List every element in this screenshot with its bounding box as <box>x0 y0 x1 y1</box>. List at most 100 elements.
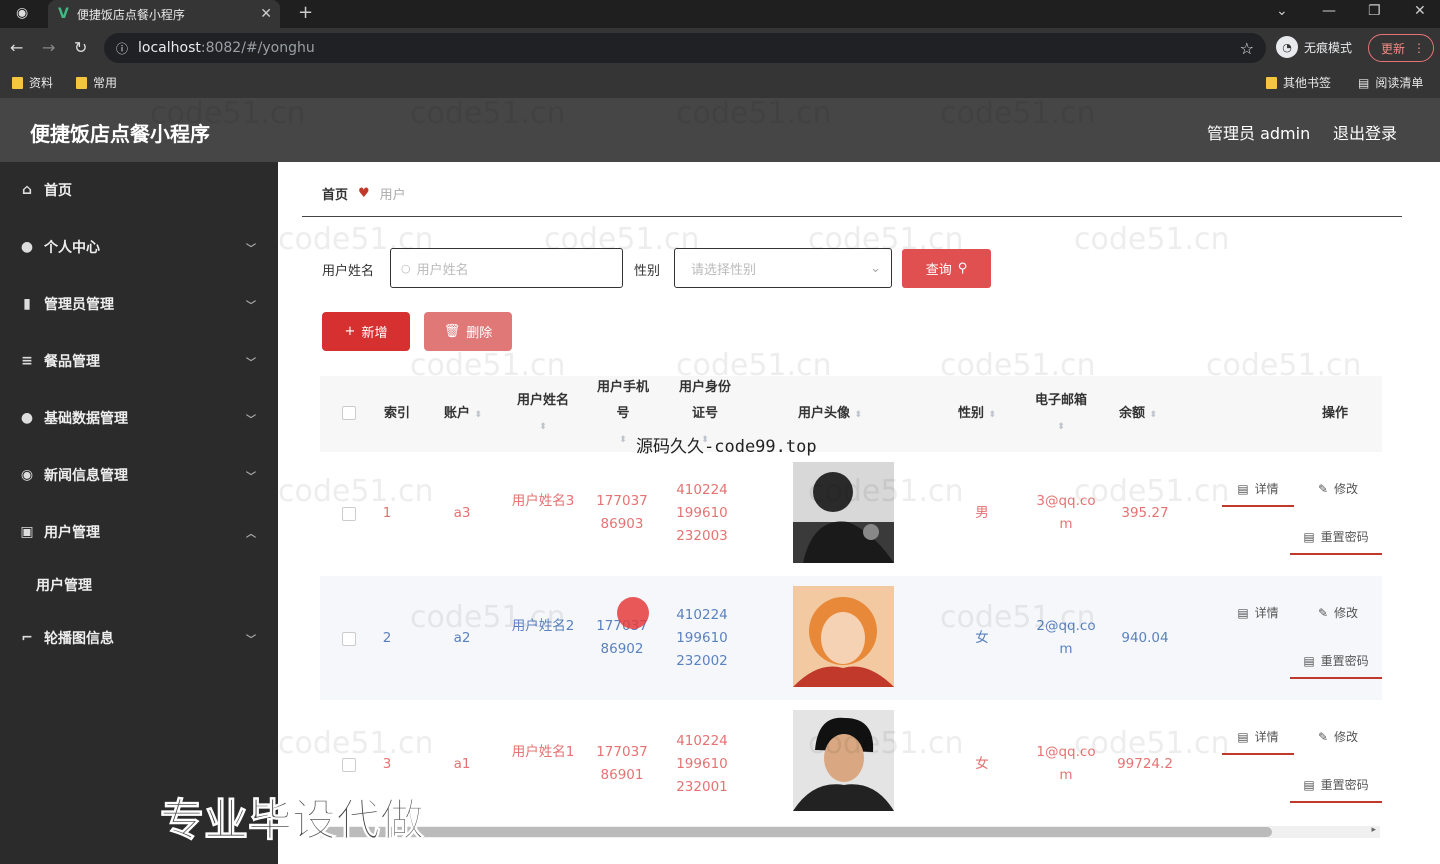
sort-icon[interactable]: ⬍ <box>1057 414 1065 440</box>
sort-icon[interactable]: ⬍ <box>475 410 483 420</box>
gender-select[interactable]: 请选择性别 ⌄ <box>674 248 892 288</box>
reset-password-button[interactable]: ▤ 重置密码 <box>1290 528 1382 555</box>
edit-icon: ✎ <box>1317 605 1329 620</box>
add-button[interactable]: + 新增 <box>322 312 410 351</box>
reload-icon[interactable]: ↻ <box>74 38 87 57</box>
restore-icon[interactable]: ❐ <box>1368 3 1381 19</box>
reading-list[interactable]: ▤ 阅读清单 <box>1358 74 1423 91</box>
avatar-svg <box>793 462 894 563</box>
delete-button[interactable]: 🗑 删除 <box>424 312 512 351</box>
sort-icon[interactable]: ⬍ <box>1150 410 1158 420</box>
address-bar[interactable]: ⓘ localhost:8082/#/yonghu ☆ <box>104 33 1266 63</box>
doc-icon: ▤ <box>1237 605 1249 620</box>
col-balance[interactable]: 余额 ⬍ <box>1100 376 1176 452</box>
edit-button[interactable]: ✎ 修改 <box>1298 480 1378 507</box>
bookmark-star-icon[interactable]: ☆ <box>1240 39 1254 58</box>
col-account[interactable]: 账户 ⬍ <box>428 376 498 452</box>
window-close-icon[interactable]: ✕ <box>1414 3 1426 19</box>
crop-icon: ⌐ <box>21 630 33 646</box>
cell-email: 2@qq.com <box>1036 618 1096 657</box>
sidebar-item-profile[interactable]: ● 个人中心 ﹀ <box>0 227 278 267</box>
cell-balance: 940.04 <box>1121 630 1169 646</box>
browser-menu-icon[interactable]: ◉ <box>16 5 28 21</box>
sidebar-item-carousel[interactable]: ⌐ 轮播图信息 ﹀ <box>0 618 278 658</box>
chevron-up-icon: ︿ <box>246 528 256 540</box>
incognito-indicator[interactable]: ◔ 无痕模式 <box>1276 36 1352 58</box>
sidebar-subitem-users[interactable]: 用户管理 <box>36 575 92 595</box>
sidebar-item-basedata[interactable]: ● 基础数据管理 ﹀ <box>0 398 278 438</box>
reset-password-button[interactable]: ▤ 重置密码 <box>1290 776 1382 803</box>
detail-button[interactable]: ▤ 详情 <box>1222 728 1294 755</box>
detail-button[interactable]: ▤ 详情 <box>1222 480 1294 507</box>
browser-tab[interactable]: V 便捷饭店点餐小程序 ✕ <box>48 0 280 28</box>
edit-button[interactable]: ✎ 修改 <box>1298 728 1378 755</box>
row-checkbox[interactable] <box>342 632 356 646</box>
delete-label: 删除 <box>466 326 493 341</box>
logout-link[interactable]: 退出登录 <box>1333 120 1397 144</box>
scrollbar-thumb[interactable] <box>320 827 1272 837</box>
heart-icon: ♥ <box>358 186 370 201</box>
cell-email: 3@qq.com <box>1036 493 1096 532</box>
cell-account: a2 <box>453 630 471 646</box>
detail-button[interactable]: ▤ 详情 <box>1222 604 1294 631</box>
avatar-image[interactable] <box>793 586 894 687</box>
forward-icon[interactable]: → <box>42 38 55 57</box>
sort-icon[interactable]: ⬍ <box>989 410 997 420</box>
reset-password-button[interactable]: ▤ 重置密码 <box>1290 652 1382 679</box>
chevron-down-icon: ﹀ <box>246 634 256 646</box>
query-button[interactable]: 查询 ⚲ <box>902 249 991 288</box>
scroll-right-icon[interactable]: ▸ <box>1371 825 1376 835</box>
reading-list-icon: ▤ <box>1358 75 1370 90</box>
sidebar-item-admins[interactable]: ▮ 管理员管理 ﹀ <box>0 284 278 324</box>
minimize-icon[interactable]: — <box>1322 3 1336 19</box>
cell-index: 2 <box>382 630 392 646</box>
col-gender[interactable]: 性别 ⬍ <box>942 376 1012 452</box>
col-name[interactable]: 用户姓名 ⬍ <box>510 376 576 452</box>
back-icon[interactable]: ← <box>10 38 23 57</box>
info-icon[interactable]: ⓘ <box>116 40 128 57</box>
folder-icon <box>76 76 87 89</box>
cell-idcard: 410224199610232002 <box>676 607 728 669</box>
bookmark-label: 常用 <box>93 76 118 90</box>
row-checkbox[interactable] <box>342 507 356 521</box>
sort-icon[interactable]: ⬍ <box>619 427 627 453</box>
other-bookmarks[interactable]: 其他书签 <box>1266 74 1331 91</box>
sort-icon[interactable]: ⬍ <box>855 410 863 420</box>
select-all-checkbox[interactable] <box>342 406 356 420</box>
chevron-down-icon: ﹀ <box>246 471 256 483</box>
sort-icon[interactable]: ⬍ <box>539 414 547 440</box>
name-search-input[interactable]: ○ 用户姓名 <box>390 248 623 288</box>
avatar-image[interactable] <box>793 710 894 811</box>
breadcrumb-home[interactable]: 首页 <box>322 184 348 203</box>
sidebar-item-home[interactable]: ⌂ 首页 <box>0 170 278 210</box>
admin-user[interactable]: 管理员 admin <box>1207 120 1310 144</box>
cell-idcard: 410224199610232001 <box>676 733 728 795</box>
edit-button[interactable]: ✎ 修改 <box>1298 604 1378 631</box>
home-icon: ⌂ <box>21 182 33 198</box>
sidebar-item-news[interactable]: ◉ 新闻信息管理 ﹀ <box>0 455 278 495</box>
bookmark-folder-1[interactable]: 常用 <box>76 74 117 91</box>
new-tab-icon[interactable]: + <box>298 2 313 23</box>
sidebar-item-dishes[interactable]: ≡ 餐品管理 ﹀ <box>0 341 278 381</box>
breadcrumb-current: 用户 <box>379 188 406 203</box>
vue-logo-icon: V <box>58 6 69 22</box>
avatar-image[interactable] <box>793 462 894 563</box>
tab-search-icon[interactable]: ⌄ <box>1276 3 1288 19</box>
update-button[interactable]: 更新 ⋮ <box>1368 34 1434 62</box>
doc-icon: ▣ <box>20 524 34 540</box>
row-checkbox[interactable] <box>342 758 356 772</box>
browser-toolbar: ← → ↻ ⓘ localhost:8082/#/yonghu ☆ ◔ 无痕模式… <box>0 28 1440 68</box>
col-email[interactable]: 电子邮箱 ⬍ <box>1028 376 1094 452</box>
sidebar-item-users[interactable]: ▣ 用户管理 ︿ <box>0 512 278 552</box>
tab-close-icon[interactable]: ✕ <box>260 6 272 22</box>
name-filter-label: 用户姓名 <box>322 264 375 279</box>
col-ops: 操作 <box>1321 406 1348 421</box>
table-horizontal-scrollbar[interactable]: ▸ <box>320 825 1380 838</box>
cell-email: 1@qq.com <box>1036 744 1096 783</box>
avatar-svg <box>793 710 894 811</box>
app-header: 便捷饭店点餐小程序 管理员 admin 退出登录 <box>0 98 1440 162</box>
bookmark-folder-0[interactable]: 资料 <box>12 74 53 91</box>
pin-icon: ◉ <box>20 467 34 483</box>
chevron-down-icon: ﹀ <box>246 414 256 426</box>
incognito-icon: ◔ <box>1276 36 1298 58</box>
